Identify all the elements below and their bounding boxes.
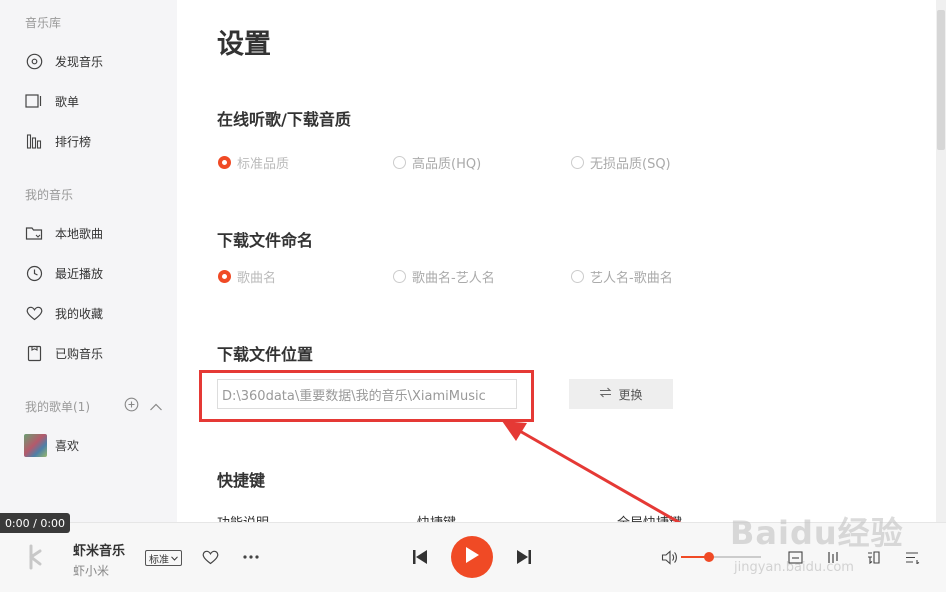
add-playlist-icon[interactable] [124, 397, 139, 416]
sidebar-item-favorites[interactable]: 我的收藏 [0, 299, 177, 327]
page-title: 设置 [217, 29, 271, 60]
section-quality-title: 在线听歌/下载音质 [217, 110, 351, 129]
radio-quality-sq[interactable]: 无损品质(SQ) [571, 153, 671, 172]
change-location-button[interactable]: 更换 [569, 379, 673, 409]
song-title[interactable]: 虾米音乐 [73, 540, 125, 559]
playlist-actions [124, 397, 163, 416]
baidu-watermark: Baidu经验 [730, 514, 904, 552]
radio-label: 歌曲名 [237, 271, 277, 286]
playlist-icon [25, 92, 43, 110]
radio-label: 高品质(HQ) [412, 157, 482, 172]
section-location-title: 下载文件位置 [217, 345, 314, 364]
sidebar-item-label: 本地歌曲 [55, 226, 104, 241]
disc-icon [25, 52, 43, 70]
xiami-logo-icon [22, 543, 48, 571]
chevron-up-icon[interactable] [149, 397, 163, 416]
section-shortcuts-title: 快捷键 [217, 471, 266, 490]
radio-label: 歌曲名-艺人名 [412, 271, 495, 286]
previous-track-icon[interactable] [412, 549, 428, 565]
play-icon [464, 546, 480, 568]
sidebar: 音乐库 发现音乐 歌单 排行榜 我的音乐 本地歌曲 最近播放 我的收藏 已购音乐… [0, 0, 177, 522]
radio-quality-hq[interactable]: 高品质(HQ) [393, 153, 481, 172]
song-artist[interactable]: 虾小米 [73, 562, 109, 579]
app-window: 音乐库 发现音乐 歌单 排行榜 我的音乐 本地歌曲 最近播放 我的收藏 已购音乐… [0, 0, 946, 592]
radio-label: 标准品质 [237, 157, 290, 172]
sidebar-section-my-music: 我的音乐 [25, 188, 74, 202]
like-heart-icon[interactable] [202, 550, 219, 565]
radio-dot [571, 270, 584, 283]
volume-icon[interactable] [661, 550, 678, 565]
next-track-icon[interactable] [516, 549, 532, 565]
radio-dot [393, 156, 406, 169]
radio-naming-song-artist[interactable]: 歌曲名-艺人名 [393, 267, 495, 286]
sidebar-item-charts[interactable]: 排行榜 [0, 127, 177, 155]
folder-icon [25, 224, 43, 242]
radio-label: 无损品质(SQ) [590, 157, 671, 172]
baidu-watermark-url: jingyan.baidu.com [734, 560, 854, 575]
radio-dot [218, 156, 231, 169]
purchased-icon [25, 344, 43, 362]
swap-icon [599, 387, 612, 401]
radio-dot [571, 156, 584, 169]
chevron-down-icon [171, 553, 178, 564]
radio-naming-artist-song[interactable]: 艺人名-歌曲名 [571, 267, 673, 286]
time-display: 0:00 / 0:00 [0, 513, 70, 533]
sidebar-item-label: 歌单 [55, 94, 80, 109]
radio-label: 艺人名-歌曲名 [590, 271, 673, 286]
chart-icon [25, 132, 43, 150]
radio-naming-song[interactable]: 歌曲名 [218, 267, 276, 286]
sidebar-section-library: 音乐库 [25, 16, 62, 30]
sidebar-item-label: 发现音乐 [55, 54, 104, 69]
section-naming-title: 下载文件命名 [217, 231, 314, 250]
play-button[interactable] [451, 536, 493, 578]
quality-label: 标准 [149, 554, 169, 566]
sidebar-item-label: 已购音乐 [55, 346, 104, 361]
sidebar-section-my-playlists: 我的歌单(1) [25, 400, 90, 414]
radio-dot [393, 270, 406, 283]
quality-dropdown[interactable]: 标准 [145, 550, 182, 566]
sidebar-item-purchased[interactable]: 已购音乐 [0, 339, 177, 367]
sidebar-item-local-songs[interactable]: 本地歌曲 [0, 219, 177, 247]
change-location-label: 更换 [618, 387, 643, 402]
main-content [177, 0, 936, 522]
sidebar-item-label: 最近播放 [55, 266, 104, 281]
clock-icon [25, 264, 43, 282]
sidebar-item-label: 排行榜 [55, 134, 92, 149]
playlist-queue-icon[interactable] [905, 551, 920, 564]
heart-icon [25, 304, 43, 322]
volume-slider-handle[interactable] [704, 552, 714, 562]
sidebar-item-discover[interactable]: 发现音乐 [0, 47, 177, 75]
annotation-highlight-box [199, 370, 534, 422]
sidebar-item-playlists[interactable]: 歌单 [0, 87, 177, 115]
scrollbar-thumb[interactable] [937, 10, 945, 150]
radio-quality-standard[interactable]: 标准品质 [218, 153, 289, 172]
playlist-cover-image [24, 434, 47, 457]
sidebar-item-label: 我的收藏 [55, 306, 104, 321]
sidebar-item-label: 喜欢 [55, 438, 80, 453]
more-options-icon[interactable] [242, 555, 260, 559]
sidebar-item-recent[interactable]: 最近播放 [0, 259, 177, 287]
radio-dot [218, 270, 231, 283]
